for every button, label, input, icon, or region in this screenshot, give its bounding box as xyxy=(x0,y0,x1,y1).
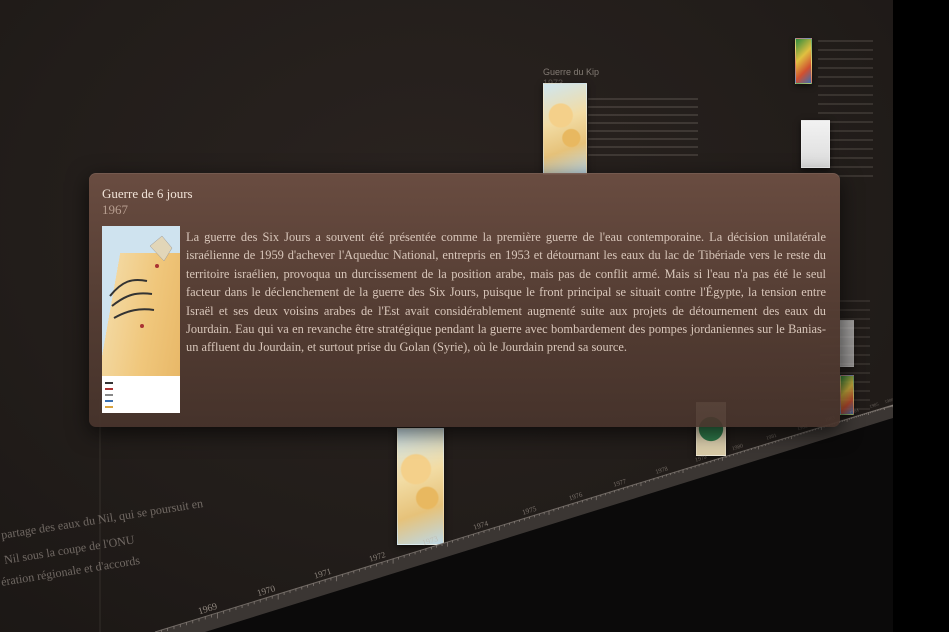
map-image-area xyxy=(102,226,180,376)
map-legend xyxy=(102,376,180,413)
right-edge xyxy=(893,0,949,632)
timeline-year-label[interactable]: 1985 xyxy=(869,402,880,410)
popup-body-text: La guerre des Six Jours a souvent été pr… xyxy=(186,230,826,355)
timeline-year-label[interactable]: 1984 xyxy=(849,408,860,416)
map-arrows xyxy=(109,235,173,328)
popup-title: Guerre de 6 jours xyxy=(102,186,193,201)
popup-year: 1967 xyxy=(102,202,128,217)
timeline-stage: Guerre du Kip 1973 196919701971197219731… xyxy=(0,0,949,632)
timeline-year-label[interactable]: 1981 xyxy=(765,433,777,442)
event-popup[interactable]: Guerre de 6 jours 1967 La guerre des Six… xyxy=(89,173,840,427)
map-icon[interactable] xyxy=(102,226,180,413)
